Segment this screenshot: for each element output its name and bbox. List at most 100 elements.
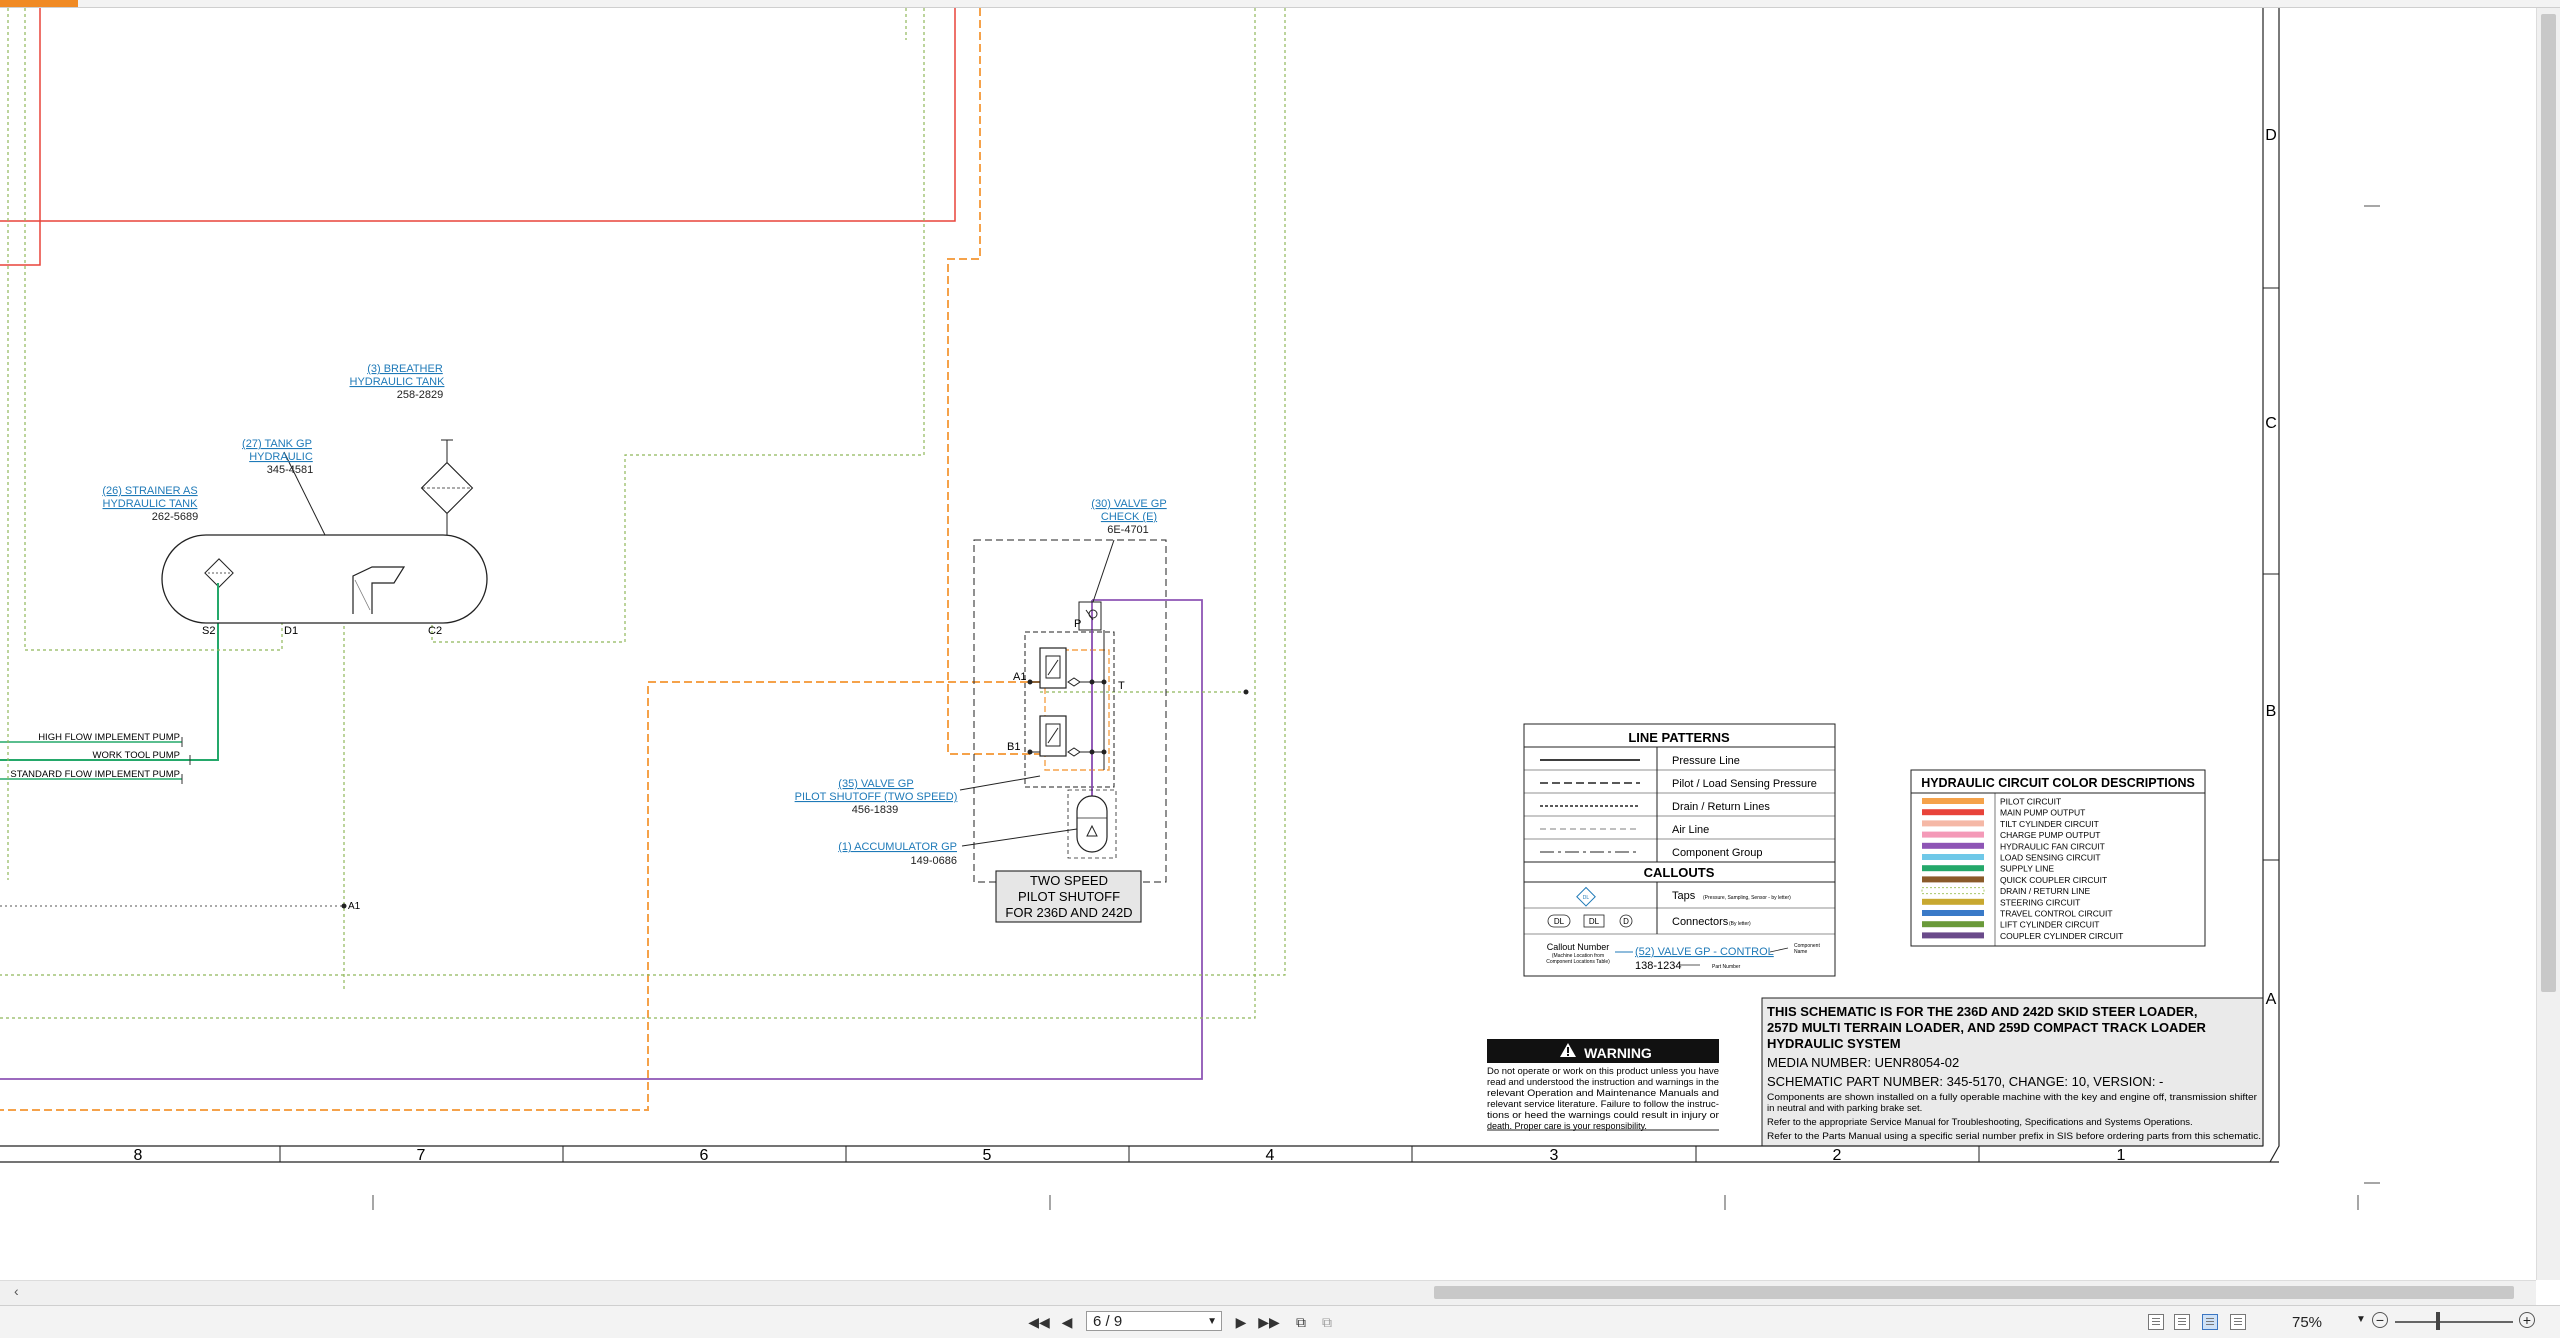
zoom-in-icon[interactable]: + [2519,1312,2535,1328]
column-1: 1 [2117,1147,2126,1164]
tank-callout-2[interactable]: HYDRAULIC [249,451,313,463]
breather-part: 258-2829 [397,389,444,401]
continuous-view-icon[interactable] [2174,1314,2190,1330]
line-pattern-air: Air Line [1672,824,1709,836]
color-swatch [1922,910,1984,916]
tap-symbol: DL [1583,895,1590,901]
check-valve-callout-2[interactable]: CHECK (E) [1101,511,1157,523]
breather-callout-1[interactable]: (3) BREATHER [367,363,443,375]
color-description-label: TILT CYLINDER CIRCUIT [2000,819,2099,829]
warning-text-1: Do not operate or work on this product u… [1487,1066,1719,1076]
title-note-4: Refer to the Parts Manual using a specif… [1767,1131,2261,1142]
go-back-view-icon[interactable]: ⧉ [1290,1312,1312,1332]
horizontal-scroll-thumb[interactable] [1434,1286,2514,1299]
example-part: 138-1234 [1635,960,1682,972]
zoom-slider-knob[interactable] [2436,1312,2440,1330]
document-viewport: (3) BREATHER HYDRAULIC TANK 258-2829 (27… [0,8,2536,1280]
port-d1: D1 [284,625,298,637]
column-5: 5 [983,1147,992,1164]
pump-label-standard-flow: STANDARD FLOW IMPLEMENT PUMP [10,769,180,780]
zoom-out-icon[interactable]: − [2372,1312,2388,1328]
connectors-label: Connectors [1672,916,1729,928]
strainer-callout-1[interactable]: (26) STRAINER AS [102,485,197,497]
zoom-level[interactable]: 75% [2292,1314,2322,1331]
column-6: 6 [700,1147,709,1164]
horizontal-scrollbar[interactable]: ‹ [0,1280,2536,1305]
tank-callout-1[interactable]: (27) TANK GP [242,438,312,450]
single-page-view-icon[interactable] [2148,1314,2164,1330]
facing-view-icon[interactable] [2202,1314,2218,1330]
taps-label: Taps [1672,890,1696,902]
title-heading-1: THIS SCHEMATIC IS FOR THE 236D AND 242D … [1767,1004,2198,1019]
border-letter-d: D [2265,127,2277,144]
color-description-label: COUPLER CYLINDER CIRCUIT [2000,931,2123,941]
connector-a1: A1 [348,901,361,912]
pilot-valve-part: 456-1839 [852,804,899,816]
color-description-label: PILOT CIRCUIT [2000,797,2061,807]
color-swatch [1922,831,1984,838]
two-speed-line-2: PILOT SHUTOFF [1018,889,1120,904]
column-3: 3 [1550,1147,1559,1164]
connectors-note: (By letter) [1729,921,1751,927]
component-name-2: Name [1794,949,1808,955]
color-swatch [1922,820,1984,827]
warning-title: WARNING [1584,1045,1652,1061]
title-heading-3: HYDRAULIC SYSTEM [1767,1036,1901,1051]
next-page-icon[interactable]: ▶ [1230,1312,1252,1332]
media-number: MEDIA NUMBER: UENR8054-02 [1767,1055,1959,1070]
status-bar: ◀◀ ◀ 6 / 9 ▼ ▶ ▶▶ ⧉ ⧉ 75% ▼ − + [0,1305,2560,1338]
color-description-label: LOAD SENSING CIRCUIT [2000,853,2101,863]
color-descriptions-title: HYDRAULIC CIRCUIT COLOR DESCRIPTIONS [1921,776,2195,790]
home-tab[interactable] [0,0,78,7]
color-swatch [1921,887,1985,895]
color-description-label: MAIN PUMP OUTPUT [2000,808,2085,818]
line-pattern-pilot: Pilot / Load Sensing Pressure [1672,778,1817,790]
color-swatch [1922,854,1984,860]
check-valve-callout-1[interactable]: (30) VALVE GP [1091,498,1166,510]
color-description-label: CHARGE PUMP OUTPUT [2000,830,2100,840]
accumulator-callout[interactable]: (1) ACCUMULATOR GP [838,841,957,853]
conn-dl-round: DL [1554,917,1565,926]
zoom-slider[interactable] [2395,1321,2513,1323]
schematic-part-number: SCHEMATIC PART NUMBER: 345-5170, CHANGE:… [1767,1074,2163,1089]
line-patterns-title: LINE PATTERNS [1628,730,1730,745]
strainer-callout-2[interactable]: HYDRAULIC TANK [103,498,199,510]
continuous-facing-view-icon[interactable] [2230,1314,2246,1330]
callout-number-label: Callout Number [1547,942,1610,952]
color-description-label: QUICK COUPLER CIRCUIT [2000,875,2107,885]
callout-note-2: Component Locations Table) [1546,959,1610,965]
border-letter-c: C [2265,415,2277,432]
conn-dl-square: DL [1589,917,1600,926]
scroll-left-icon[interactable]: ‹ [14,1283,19,1299]
taps-note: (Pressure, Sampling, Sensor - by letter) [1703,895,1791,901]
two-speed-line-3: FOR 236D AND 242D [1005,905,1132,920]
color-swatch [1922,876,1984,883]
pump-label-high-flow: HIGH FLOW IMPLEMENT PUMP [38,732,180,743]
border-letter-b: B [2266,703,2277,720]
page-indicator: 6 / 9 [1093,1313,1123,1330]
color-description-label: SUPPLY LINE [2000,864,2054,874]
pilot-valve-callout-1[interactable]: (35) VALVE GP [838,778,913,790]
column-4: 4 [1266,1147,1275,1164]
pilot-shutoff-dots [1027,679,1107,755]
color-description-label: LIFT CYLINDER CIRCUIT [2000,920,2100,930]
vertical-scrollbar[interactable] [2536,8,2560,1280]
zoom-dropdown-icon[interactable]: ▼ [2356,1314,2366,1325]
color-description-label: STEERING CIRCUIT [2000,897,2080,907]
previous-page-icon[interactable]: ◀ [1056,1312,1078,1332]
warning-text-2: read and understood the instruction and … [1487,1077,1719,1087]
last-page-icon[interactable]: ▶▶ [1258,1312,1280,1332]
column-7: 7 [417,1147,426,1164]
page-dropdown-icon[interactable]: ▼ [1207,1312,1217,1332]
go-forward-view-icon[interactable]: ⧉ [1316,1312,1338,1332]
warning-text-4: relevant service literature. Failure to … [1487,1099,1719,1109]
vertical-scroll-thumb[interactable] [2541,14,2556,992]
first-page-icon[interactable]: ◀◀ [1028,1312,1050,1332]
breather-callout-2[interactable]: HYDRAULIC TANK [350,376,446,388]
conn-d-circle: D [1623,917,1629,926]
port-s2: S2 [202,625,215,637]
page-number-input[interactable]: 6 / 9 ▼ [1086,1311,1222,1331]
port-b1: B1 [1007,741,1020,753]
pilot-valve-callout-2[interactable]: PILOT SHUTOFF (TWO SPEED) [795,791,958,803]
title-note-3: Refer to the appropriate Service Manual … [1767,1117,2193,1128]
